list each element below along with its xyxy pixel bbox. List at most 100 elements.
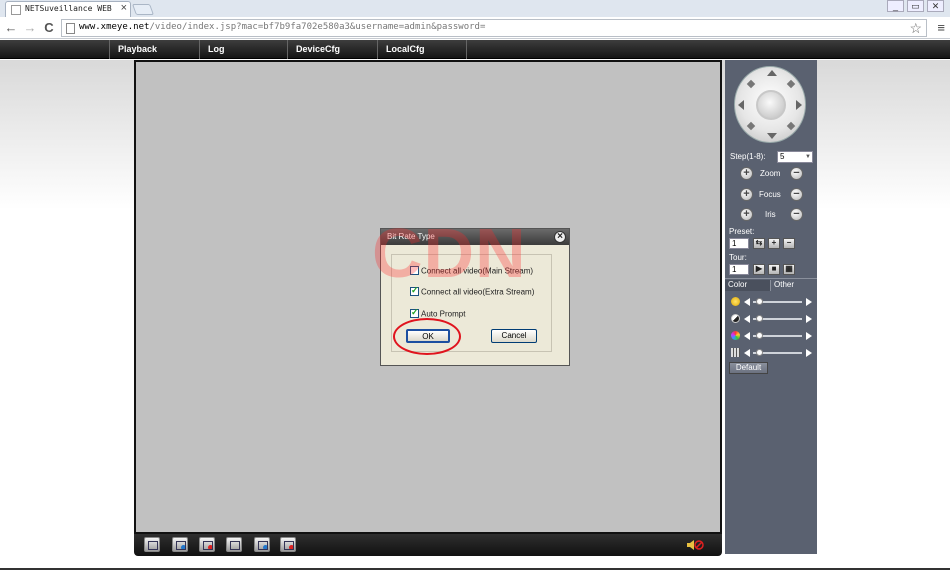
brightness-increase-icon[interactable] xyxy=(806,298,812,306)
url-text[interactable]: www.xmeye.net/video/index.jsp?mac=bf7b9f… xyxy=(79,22,485,32)
contrast-increase-icon[interactable] xyxy=(806,315,812,323)
option-main-stream[interactable]: Connect all video(Main Stream) xyxy=(410,266,534,276)
contrast-decrease-icon[interactable] xyxy=(744,315,750,323)
brightness-slider[interactable] xyxy=(753,298,802,305)
ptz-control-panel: Step(1-8): 5 + Zoom − + Focus − + Iris −… xyxy=(725,60,817,554)
focus-in-button[interactable]: + xyxy=(740,188,753,201)
cancel-button[interactable]: Cancel xyxy=(491,329,537,343)
saturation-thumb[interactable] xyxy=(756,332,763,339)
nav-localcfg[interactable]: LocalCfg xyxy=(377,40,467,59)
ptz-center-button[interactable] xyxy=(756,90,786,120)
zoom-in-button[interactable]: + xyxy=(740,167,753,180)
saturation-row xyxy=(725,330,817,342)
bit-rate-type-dialog: Bit Rate Type × Connect all video(Main S… xyxy=(380,228,570,366)
dialog-close-icon[interactable]: × xyxy=(554,231,566,243)
window-controls: _ ▭ ✕ xyxy=(887,0,944,12)
browser-tab[interactable]: NETSuveillance WEB × xyxy=(5,1,131,17)
step-select[interactable]: 5 xyxy=(777,151,813,163)
ptz-down-icon[interactable] xyxy=(767,133,777,139)
ptz-left-icon[interactable] xyxy=(738,100,744,110)
extra-stream-checkbox[interactable] xyxy=(410,285,419,297)
address-bar[interactable]: www.xmeye.net/video/index.jsp?mac=bf7b9f… xyxy=(61,19,927,37)
tab-close-icon[interactable]: × xyxy=(121,2,127,14)
record-start-icon[interactable] xyxy=(254,537,270,552)
hue-thumb[interactable] xyxy=(756,349,763,356)
iris-label: Iris xyxy=(765,210,776,219)
brightness-thumb[interactable] xyxy=(756,298,763,305)
focus-label: Focus xyxy=(759,190,781,199)
saturation-increase-icon[interactable] xyxy=(806,332,812,340)
forward-icon[interactable]: → xyxy=(23,20,37,36)
zoom-out-button[interactable]: − xyxy=(790,167,803,180)
hue-increase-icon[interactable] xyxy=(806,349,812,357)
brightness-row xyxy=(725,296,817,308)
bookmark-star-icon[interactable]: ☆ xyxy=(909,20,922,37)
brightness-icon xyxy=(731,297,740,306)
main-stream-checkbox[interactable] xyxy=(410,266,419,276)
dialog-title: Bit Rate Type xyxy=(381,229,569,245)
hue-decrease-icon[interactable] xyxy=(744,349,750,357)
preset-remove-icon[interactable]: − xyxy=(783,238,795,249)
browser-menu-icon[interactable]: ≡ xyxy=(937,20,945,35)
preset-input[interactable]: 1 xyxy=(729,238,749,249)
ptz-up-left-icon[interactable] xyxy=(746,79,756,89)
back-icon[interactable]: ← xyxy=(4,20,18,36)
ptz-up-right-icon[interactable] xyxy=(786,79,796,89)
iris-open-button[interactable]: + xyxy=(740,208,753,221)
minimize-button[interactable]: _ xyxy=(887,0,904,12)
saturation-decrease-icon[interactable] xyxy=(744,332,750,340)
fullscreen-icon[interactable] xyxy=(144,537,160,552)
iris-close-button[interactable]: − xyxy=(790,208,803,221)
ptz-up-icon[interactable] xyxy=(767,70,777,76)
ptz-right-icon[interactable] xyxy=(796,100,802,110)
tour-grid-icon[interactable]: ▦ xyxy=(783,264,795,275)
url-domain: www.xmeye.net xyxy=(79,22,150,32)
main-stream-label: Connect all video(Main Stream) xyxy=(421,266,534,276)
preset-add-icon[interactable]: + xyxy=(768,238,780,249)
nav-devicecfg[interactable]: DeviceCfg xyxy=(287,40,377,59)
nav-log[interactable]: Log xyxy=(199,40,287,59)
nav-playback[interactable]: Playback xyxy=(109,40,199,59)
option-extra-stream[interactable]: Connect all video(Extra Stream) xyxy=(410,285,535,297)
browser-tabbar: NETSuveillance WEB × _ ▭ ✕ xyxy=(0,0,950,17)
brightness-decrease-icon[interactable] xyxy=(744,298,750,306)
app-nav: Playback Log DeviceCfg LocalCfg xyxy=(0,40,950,59)
tab-title: NETSuveillance WEB xyxy=(25,4,112,13)
open-all-video-icon[interactable] xyxy=(172,537,188,552)
hue-icon xyxy=(731,348,740,357)
hue-row xyxy=(725,347,817,359)
reload-icon[interactable]: C xyxy=(42,20,56,36)
volume-muted-icon[interactable] xyxy=(686,539,704,551)
focus-out-button[interactable]: − xyxy=(790,188,803,201)
contrast-slider[interactable] xyxy=(753,315,802,322)
ptz-down-left-icon[interactable] xyxy=(746,121,756,131)
record-stop-icon[interactable] xyxy=(280,537,296,552)
tab-color[interactable]: Color xyxy=(725,280,770,291)
close-window-button[interactable]: ✕ xyxy=(927,0,944,12)
tour-play-icon[interactable]: ▶ xyxy=(753,264,765,275)
preset-goto-icon[interactable]: ⇆ xyxy=(753,238,765,249)
new-tab-button[interactable] xyxy=(131,4,155,15)
saturation-slider[interactable] xyxy=(753,332,802,339)
tab-other[interactable]: Other xyxy=(770,280,817,291)
zoom-label: Zoom xyxy=(760,169,781,178)
tour-stop-icon[interactable]: ■ xyxy=(768,264,780,275)
auto-prompt-checkbox[interactable] xyxy=(410,307,419,319)
auto-prompt-label: Auto Prompt xyxy=(421,309,466,319)
hue-slider[interactable] xyxy=(753,349,802,356)
saturation-icon xyxy=(731,331,740,340)
contrast-thumb[interactable] xyxy=(756,315,763,322)
option-auto-prompt[interactable]: Auto Prompt xyxy=(410,307,466,319)
step-label: Step(1-8): xyxy=(730,152,766,161)
maximize-button[interactable]: ▭ xyxy=(907,0,924,12)
default-button[interactable]: Default xyxy=(729,362,768,374)
close-all-video-icon[interactable] xyxy=(199,537,215,552)
contrast-row xyxy=(725,313,817,325)
extra-stream-label: Connect all video(Extra Stream) xyxy=(421,287,535,297)
ok-button[interactable]: OK xyxy=(406,329,450,343)
video-toolbar xyxy=(134,534,722,556)
tour-label: Tour: xyxy=(729,253,747,262)
ptz-down-right-icon[interactable] xyxy=(786,121,796,131)
tour-input[interactable]: 1 xyxy=(729,264,749,275)
snapshot-icon[interactable] xyxy=(226,537,242,552)
